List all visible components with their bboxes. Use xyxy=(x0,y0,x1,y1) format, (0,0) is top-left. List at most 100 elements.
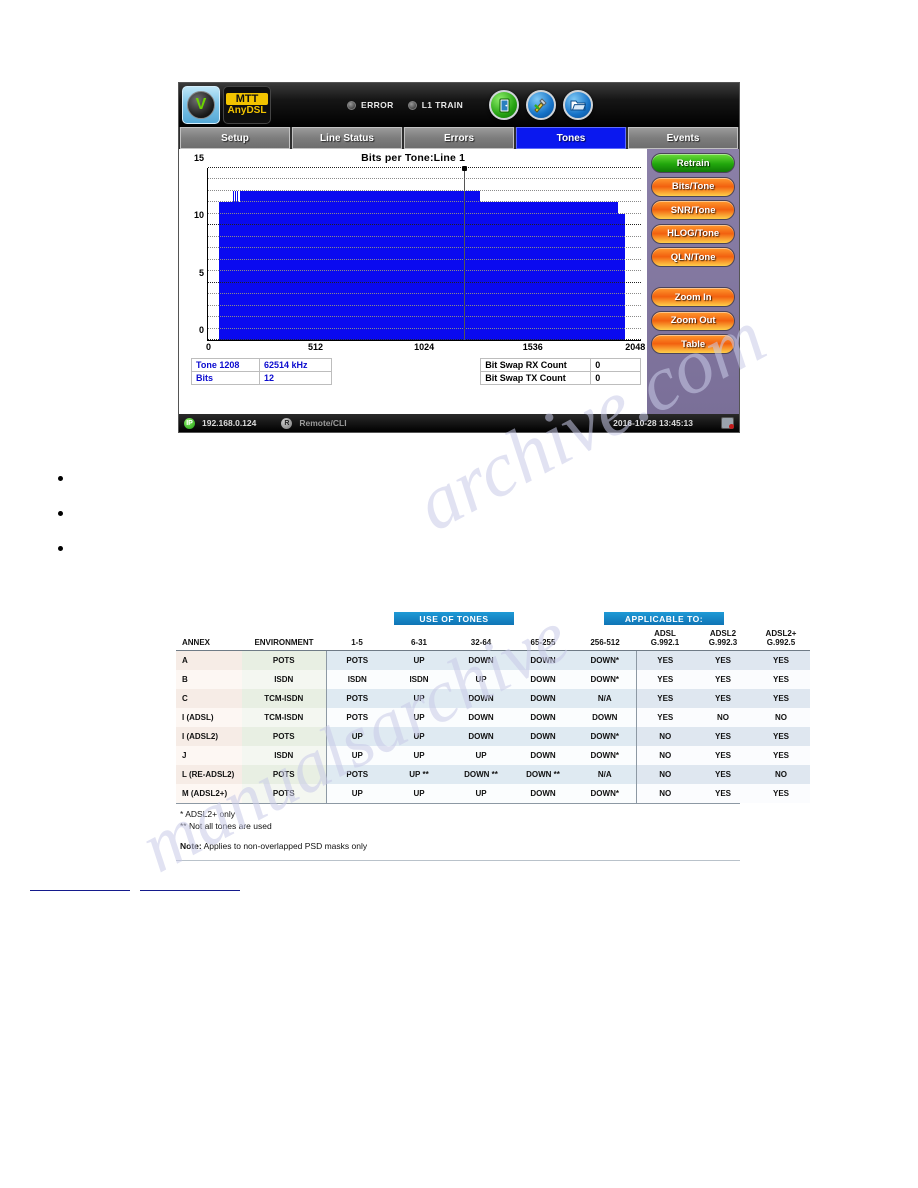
header-adsl-top: ADSL xyxy=(654,629,676,638)
cursor-handle[interactable] xyxy=(461,166,467,171)
x-axis-tick-label: 1536 xyxy=(522,342,543,352)
tab-errors[interactable]: Errors xyxy=(404,127,514,149)
tab-tones[interactable]: Tones xyxy=(516,127,626,149)
table-header-row: ANNEX ENVIRONMENT 1-5 6-31 32-64 65-255 … xyxy=(176,628,810,651)
folder-open-icon[interactable] xyxy=(563,90,594,120)
bits-tone-button[interactable]: Bits/Tone xyxy=(651,176,735,197)
side-button-pane: Retrain Bits/Tone SNR/Tone HLOG/Tone QLN… xyxy=(647,149,739,414)
chart-title: Bits per Tone:Line 1 xyxy=(361,152,466,164)
list-item xyxy=(48,505,648,540)
cell-tones-6-31: UP xyxy=(388,745,450,765)
error-label: ERROR xyxy=(361,100,394,110)
cell-annex: I (ADSL) xyxy=(176,707,242,727)
mtt-anydsl-badge: MTT AnyDSL xyxy=(223,86,271,124)
banner-applicable-to: APPLICABLE TO: xyxy=(604,612,724,625)
table-row: Tone 1208 62514 kHz xyxy=(191,358,332,372)
cell-tones-32-64: DOWN xyxy=(450,726,512,746)
cell-tones-65-255: DOWN xyxy=(512,650,574,670)
footer-link-2[interactable] xyxy=(140,890,240,891)
cell-adsl2: YES xyxy=(694,745,752,765)
l1-train-label: L1 TRAIN xyxy=(421,100,464,110)
qln-tone-button[interactable]: QLN/Tone xyxy=(651,247,735,267)
tools-icon[interactable] xyxy=(526,90,557,120)
cell-adsl2: YES xyxy=(694,669,752,689)
figure-note: Note: Applies to non-overlapped PSD mask… xyxy=(180,840,736,852)
x-axis-tick-label: 0 xyxy=(205,342,212,352)
cell-tones-1-5: UP xyxy=(325,783,388,803)
bitswap-table: Bit Swap RX Count 0 Bit Swap TX Count 0 xyxy=(480,358,642,385)
bar xyxy=(479,202,619,340)
zoom-in-button[interactable]: Zoom In xyxy=(651,287,735,307)
tab-setup[interactable]: Setup xyxy=(180,127,290,149)
header-annex: ANNEX xyxy=(176,628,242,651)
y-axis-tick-label: 15 xyxy=(193,153,204,163)
gridline xyxy=(208,235,642,237)
cell-tones-256-512: N/A xyxy=(574,688,636,708)
tab-events[interactable]: Events xyxy=(628,127,738,149)
header-tones-32-64: 32-64 xyxy=(450,628,512,651)
cell-annex: B xyxy=(176,669,242,689)
cell-adsl: YES xyxy=(635,650,694,670)
cell-annex: C xyxy=(176,688,242,708)
x-axis: 0 512 1024 1536 2048 xyxy=(205,340,645,354)
cell-adsl: NO xyxy=(635,783,694,803)
cell-tones-6-31: UP xyxy=(388,707,450,727)
connection-mode: Remote/CLI xyxy=(299,418,347,428)
cell-environment: POTS xyxy=(242,726,326,746)
cell-tones-256-512: N/A xyxy=(574,764,636,784)
cell-tones-6-31: UP xyxy=(388,726,450,746)
bitswap-tx-value: 0 xyxy=(590,371,642,385)
tone-usage-table: ANNEX ENVIRONMENT 1-5 6-31 32-64 65-255 … xyxy=(176,628,810,803)
bar xyxy=(219,202,233,340)
table-row: L (RE-ADSL2) POTS POTS UP ** DOWN ** DOWN ** N… xyxy=(176,764,810,784)
zoom-out-button[interactable]: Zoom Out xyxy=(651,310,735,331)
bits-label: Bits xyxy=(191,371,260,385)
cell-tones-32-64: DOWN xyxy=(450,688,512,708)
cell-tones-65-255: DOWN xyxy=(512,707,574,727)
gridline xyxy=(208,201,642,203)
gridline xyxy=(208,212,642,214)
hlog-tone-button[interactable]: HLOG/Tone xyxy=(651,223,735,244)
cell-adsl: YES xyxy=(635,688,694,708)
list-item xyxy=(48,470,648,505)
tab-line-status[interactable]: Line Status xyxy=(292,127,402,149)
cell-annex: I (ADSL2) xyxy=(176,726,242,746)
indicator-l1-train: L1 TRAIN xyxy=(407,100,464,110)
header-adsl2-std: G.992.3 xyxy=(708,638,738,647)
cell-annex: M (ADSL2+) xyxy=(176,783,242,803)
note-label: Note: xyxy=(180,840,202,851)
footer-link-1[interactable] xyxy=(30,890,130,891)
exit-door-icon[interactable] xyxy=(489,90,520,120)
bitswap-tx-label: Bit Swap TX Count xyxy=(480,371,592,385)
side-pane-spacer xyxy=(651,271,735,284)
bitswap-rx-label: Bit Swap RX Count xyxy=(480,358,592,372)
gridline xyxy=(208,167,642,168)
logo-v-mark: V xyxy=(187,91,215,119)
cell-tones-32-64: DOWN xyxy=(450,707,512,727)
header-adsl2plus-top: ADSL2+ xyxy=(765,629,797,638)
x-axis-tick-label: 512 xyxy=(308,342,324,352)
retrain-button[interactable]: Retrain xyxy=(651,153,735,173)
header-adsl-std: G.992.1 xyxy=(650,638,680,647)
cell-tones-1-5: POTS xyxy=(325,688,388,708)
gridline xyxy=(208,304,642,306)
device-top-bar: V MTT AnyDSL ERROR L1 TRAIN xyxy=(179,83,739,127)
mtt-badge-bottom: AnyDSL xyxy=(227,105,267,116)
snr-tone-button[interactable]: SNR/Tone xyxy=(651,200,735,220)
brand-logo: V MTT AnyDSL xyxy=(179,84,271,126)
cell-tones-1-5: ISDN xyxy=(325,669,388,689)
cell-tones-6-31: ISDN xyxy=(388,669,450,689)
cell-environment: POTS xyxy=(242,764,326,784)
cursor-line[interactable] xyxy=(463,168,465,340)
header-adsl2-top: ADSL2 xyxy=(709,629,737,638)
cell-tones-32-64: DOWN xyxy=(450,650,512,670)
cell-adsl2plus: YES xyxy=(752,726,810,746)
cell-tones-1-5: POTS xyxy=(325,764,388,784)
screen-capture-icon[interactable] xyxy=(721,417,734,429)
l1-train-led-icon xyxy=(407,100,417,110)
cell-annex: J xyxy=(176,745,242,765)
cell-adsl2: YES xyxy=(694,726,752,746)
footnote-1: * ADSL2+ only xyxy=(180,808,236,819)
plot-canvas: 0 5 10 15 xyxy=(194,153,642,340)
table-button[interactable]: Table xyxy=(651,334,735,354)
